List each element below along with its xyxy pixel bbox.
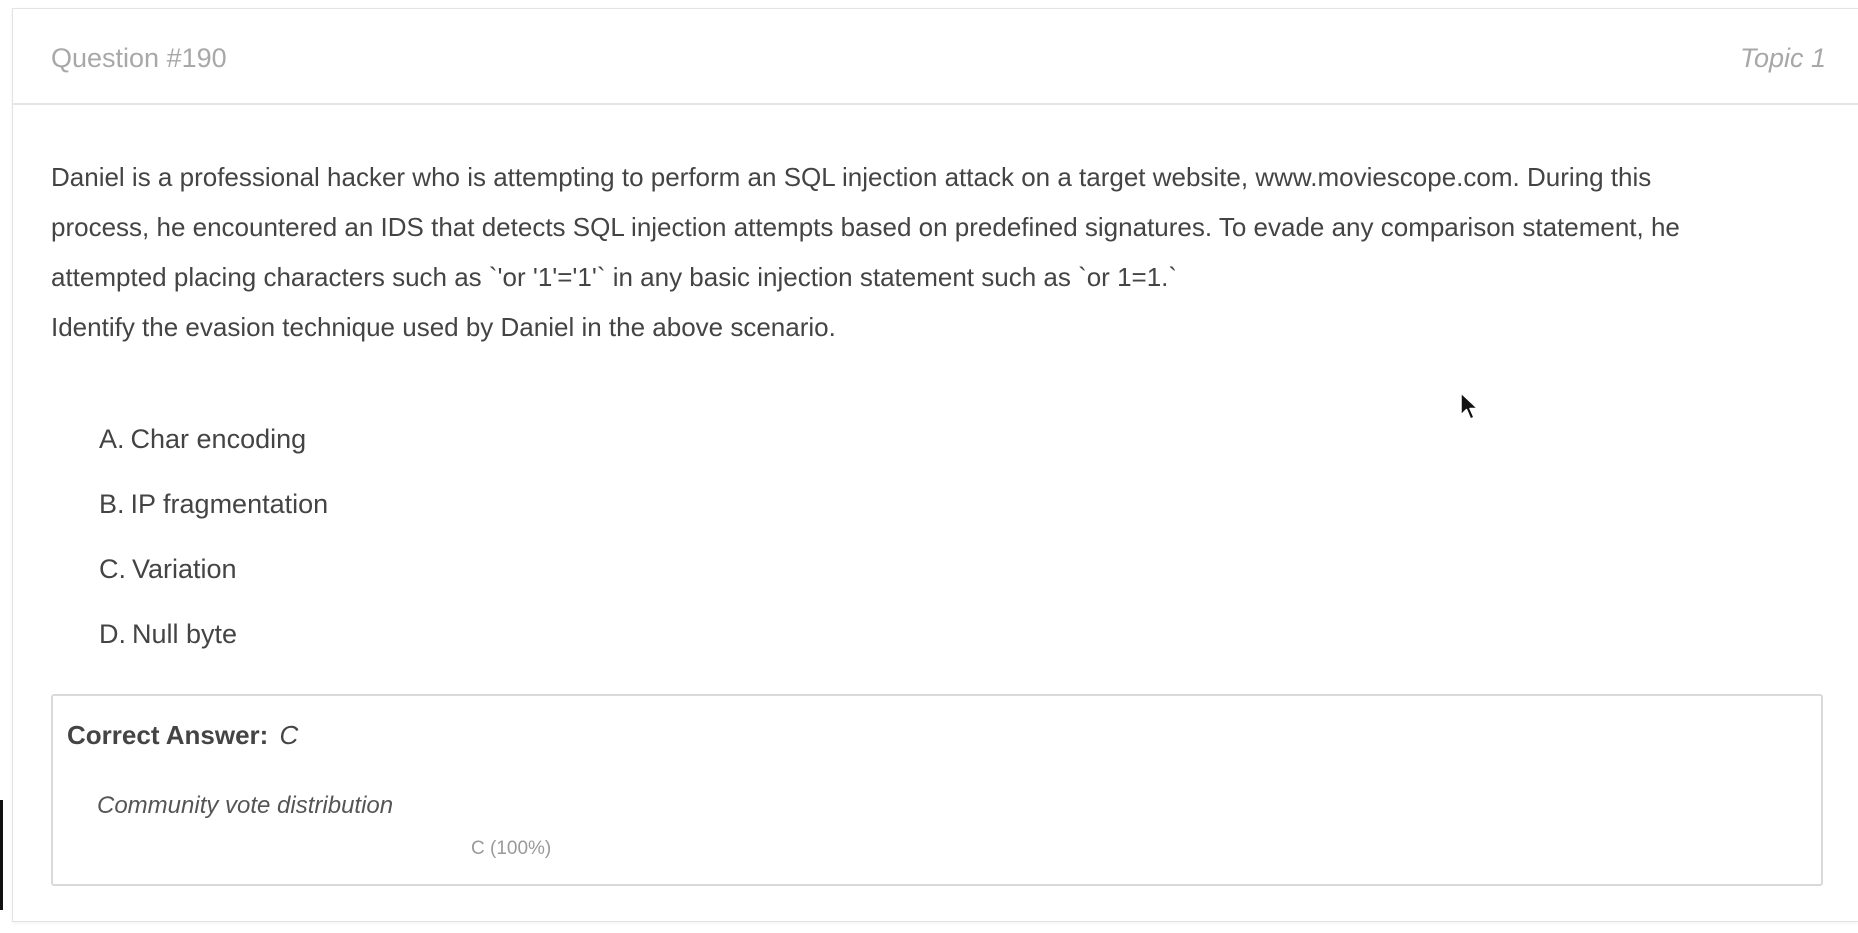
vote-distribution-title: Community vote distribution	[97, 792, 394, 819]
question-number: Question #190	[51, 43, 227, 73]
question-line: Daniel is a professional hacker who is a…	[51, 162, 1652, 192]
window-edge	[0, 800, 3, 910]
choice-letter: C.	[99, 554, 126, 584]
choice-c[interactable]: C. Variation	[99, 537, 334, 602]
topic-label: Topic 1	[1739, 43, 1826, 73]
page: Question #190 Topic 1 Daniel is a profes…	[0, 0, 1858, 933]
choice-letter: D.	[99, 619, 126, 649]
question-line: process, he encountered an IDS that dete…	[51, 212, 1680, 242]
card-header: Question #190 Topic 1	[13, 9, 1858, 105]
choice-letter: B.	[99, 489, 125, 519]
correct-answer-value: C	[279, 720, 299, 750]
correct-answer-label: Correct Answer:	[67, 720, 269, 750]
choice-b[interactable]: B. IP fragmentation	[99, 472, 334, 537]
question-card: Question #190 Topic 1 Daniel is a profes…	[12, 8, 1858, 922]
question-line: Identify the evasion technique used by D…	[51, 312, 836, 342]
choice-text: Null byte	[132, 619, 238, 649]
choice-text: IP fragmentation	[130, 489, 329, 519]
choice-letter: A.	[99, 424, 125, 454]
question-line: attempted placing characters such as `'o…	[51, 262, 1178, 292]
choice-d[interactable]: D. Null byte	[99, 602, 334, 667]
mouse-pointer-icon	[1460, 392, 1479, 420]
question-text: Daniel is a professional hacker who is a…	[51, 152, 1811, 352]
choice-text: Char encoding	[130, 424, 307, 454]
choices-list: A. Char encoding B. IP fragmentation C. Var…	[99, 407, 334, 667]
answer-box: Correct Answer: C Community vote distrib…	[51, 694, 1823, 886]
choice-text: Variation	[132, 554, 237, 584]
vote-bar-label: C (100%)	[471, 838, 552, 859]
correct-answer: Correct Answer: C	[67, 720, 298, 751]
choice-a[interactable]: A. Char encoding	[99, 407, 334, 472]
